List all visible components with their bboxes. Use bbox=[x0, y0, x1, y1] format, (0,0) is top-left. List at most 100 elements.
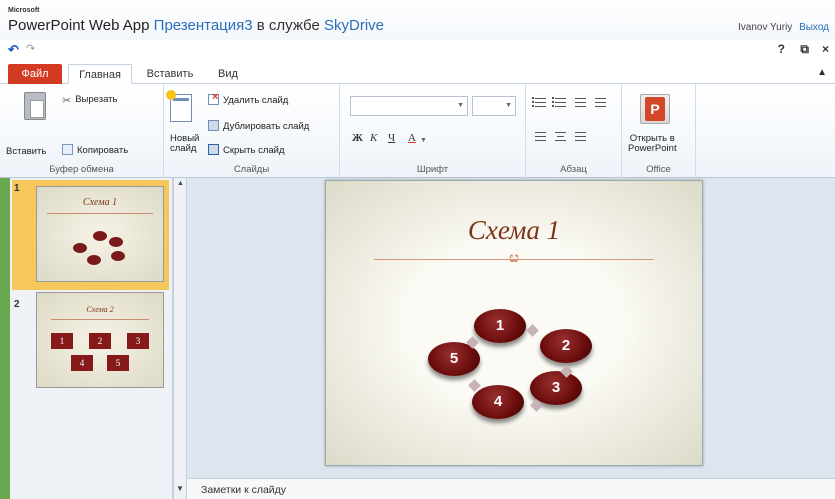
chevron-down-icon: ▼ bbox=[505, 102, 512, 109]
new-star-icon bbox=[166, 90, 176, 100]
thumbnail-number: 2 bbox=[14, 299, 20, 310]
thumbnail-box: 1 bbox=[51, 333, 73, 349]
slide-canvas[interactable]: Схема 1 ೞ 1 2 3 4 5 bbox=[325, 180, 703, 466]
notes-label: Заметки к слайду bbox=[201, 484, 287, 496]
thumbnail-box: 4 bbox=[71, 355, 93, 371]
document-name[interactable]: Презентация3 bbox=[154, 17, 253, 34]
cut-button[interactable]: ✂ Вырезать bbox=[62, 94, 118, 107]
italic-button[interactable]: К bbox=[370, 132, 377, 144]
microsoft-brand: Microsoft bbox=[8, 7, 40, 14]
diagram-circle-4[interactable]: 4 bbox=[472, 385, 524, 419]
chevron-down-icon: ▼ bbox=[457, 102, 464, 109]
ribbon-tabs: Файл Главная Вставить Вид ▲ bbox=[0, 62, 835, 84]
align-right-icon[interactable] bbox=[572, 130, 586, 142]
slide-title[interactable]: Схема 1 bbox=[326, 215, 702, 246]
popout-icon[interactable]: ⧉ bbox=[800, 42, 809, 57]
clipboard-group: Вставить ✂ Вырезать Копировать Буфер обме… bbox=[0, 84, 164, 178]
copy-icon bbox=[62, 144, 73, 155]
scissors-icon: ✂ bbox=[62, 95, 72, 107]
scroll-down-icon[interactable]: ▼ bbox=[176, 484, 184, 493]
font-name-select[interactable]: ▼ bbox=[350, 96, 468, 116]
tab-insert[interactable]: Вставить bbox=[140, 64, 200, 84]
tab-home[interactable]: Главная bbox=[68, 64, 132, 84]
left-border bbox=[0, 178, 10, 499]
help-icon[interactable]: ? bbox=[778, 42, 785, 56]
arrow-icon bbox=[526, 324, 539, 337]
chevron-down-icon[interactable]: ▼ bbox=[420, 136, 427, 144]
service-word: в службе bbox=[256, 17, 320, 34]
app-title: PowerPoint Web App Презентация3 в службе… bbox=[8, 17, 384, 34]
thumbnail-circle bbox=[111, 251, 125, 261]
bullets-icon[interactable] bbox=[532, 96, 546, 108]
paste-button[interactable]: Вставить bbox=[6, 146, 46, 157]
tab-view[interactable]: Вид bbox=[208, 64, 248, 84]
powerpoint-icon[interactable] bbox=[640, 94, 670, 124]
slide-thumbnail-2[interactable]: Схема 2 1 2 3 4 5 bbox=[36, 292, 164, 388]
font-color-button[interactable]: А bbox=[408, 132, 416, 144]
cut-label: Вырезать bbox=[75, 94, 118, 105]
ornament-glyph: ೞ bbox=[509, 249, 519, 266]
diagram-circle-2[interactable]: 2 bbox=[540, 329, 592, 363]
new-slide-label-2: слайд bbox=[170, 143, 197, 154]
new-slide-button[interactable]: Новый слайд bbox=[170, 134, 199, 154]
logout-link[interactable]: Выход bbox=[799, 22, 829, 33]
hide-slide-label: Скрыть слайд bbox=[223, 145, 285, 156]
duplicate-slide-label: Дублировать слайд bbox=[223, 121, 310, 132]
font-size-select[interactable]: ▼ bbox=[472, 96, 516, 116]
font-group-label: Шрифт bbox=[416, 164, 449, 175]
align-left-icon[interactable] bbox=[532, 130, 546, 142]
underline-button[interactable]: Ч bbox=[388, 132, 395, 144]
slides-group-label: Слайды bbox=[233, 164, 270, 175]
ornament-icon: ೞ bbox=[326, 249, 702, 266]
thumbnail-divider bbox=[51, 319, 149, 320]
thumbnail-circle bbox=[109, 237, 123, 247]
thumbnail-box: 5 bbox=[107, 355, 129, 371]
diagram-circle-1[interactable]: 1 bbox=[474, 309, 526, 343]
quick-access-toolbar: ↶ ↷ ? ⧉ × bbox=[0, 42, 835, 60]
scroll-up-icon[interactable]: ▲ bbox=[177, 180, 184, 187]
slide-thumbnail-1[interactable]: Схема 1 bbox=[36, 186, 164, 282]
thumbnail-number: 1 bbox=[14, 183, 20, 194]
thumbnail-box: 2 bbox=[89, 333, 111, 349]
app-name: PowerPoint Web App bbox=[8, 17, 150, 34]
duplicate-slide-icon bbox=[208, 120, 219, 131]
notes-bar[interactable]: Заметки к слайду bbox=[187, 478, 835, 499]
user-area: Ivanov Yuriy Выход bbox=[738, 22, 829, 33]
paste-icon[interactable] bbox=[24, 92, 46, 120]
copy-label: Копировать bbox=[77, 145, 129, 156]
collapse-ribbon-icon[interactable]: ▲ bbox=[817, 67, 827, 78]
thumbnail-divider bbox=[47, 213, 153, 214]
copy-button[interactable]: Копировать bbox=[62, 144, 128, 156]
duplicate-slide-button[interactable]: Дублировать слайд bbox=[208, 120, 309, 132]
service-link[interactable]: SkyDrive bbox=[324, 17, 384, 34]
open-in-powerpoint-button[interactable]: Открыть в PowerPoint bbox=[628, 134, 677, 154]
hide-slide-icon bbox=[208, 144, 219, 155]
decrease-indent-icon[interactable] bbox=[572, 96, 586, 108]
thumbnail-title: Схема 2 bbox=[86, 305, 114, 314]
bold-button[interactable]: Ж bbox=[352, 132, 363, 144]
clipboard-group-label: Буфер обмена bbox=[49, 164, 114, 175]
delete-slide-icon bbox=[208, 91, 219, 105]
paragraph-group-label: Абзац bbox=[560, 164, 587, 175]
ribbon: Вставить ✂ Вырезать Копировать Буфер обме… bbox=[0, 84, 835, 178]
increase-indent-icon[interactable] bbox=[592, 96, 606, 108]
tab-file[interactable]: Файл bbox=[8, 64, 62, 84]
user-name[interactable]: Ivanov Yuriy bbox=[738, 22, 792, 33]
hide-slide-button[interactable]: Скрыть слайд bbox=[208, 144, 285, 156]
thumbnail-box: 3 bbox=[127, 333, 149, 349]
thumbnail-circle bbox=[73, 243, 87, 253]
title-bar: Microsoft PowerPoint Web App Презентация… bbox=[0, 0, 835, 40]
open-label-2: PowerPoint bbox=[628, 143, 677, 154]
align-center-icon[interactable] bbox=[552, 130, 566, 142]
numbering-icon[interactable] bbox=[552, 96, 566, 108]
thumbnail-scrollbar[interactable]: ▲ bbox=[173, 178, 187, 499]
thumbnail-title: Схема 1 bbox=[82, 197, 118, 208]
delete-slide-label: Удалить слайд bbox=[223, 95, 289, 106]
office-group-label: Office bbox=[646, 164, 671, 175]
close-icon[interactable]: × bbox=[822, 42, 829, 56]
redo-icon[interactable]: ↷ bbox=[26, 42, 35, 55]
delete-slide-button[interactable]: Удалить слайд bbox=[208, 91, 289, 106]
thumbnail-circle bbox=[93, 231, 107, 241]
thumbnail-circle bbox=[87, 255, 101, 265]
undo-icon[interactable]: ↶ bbox=[8, 42, 19, 58]
